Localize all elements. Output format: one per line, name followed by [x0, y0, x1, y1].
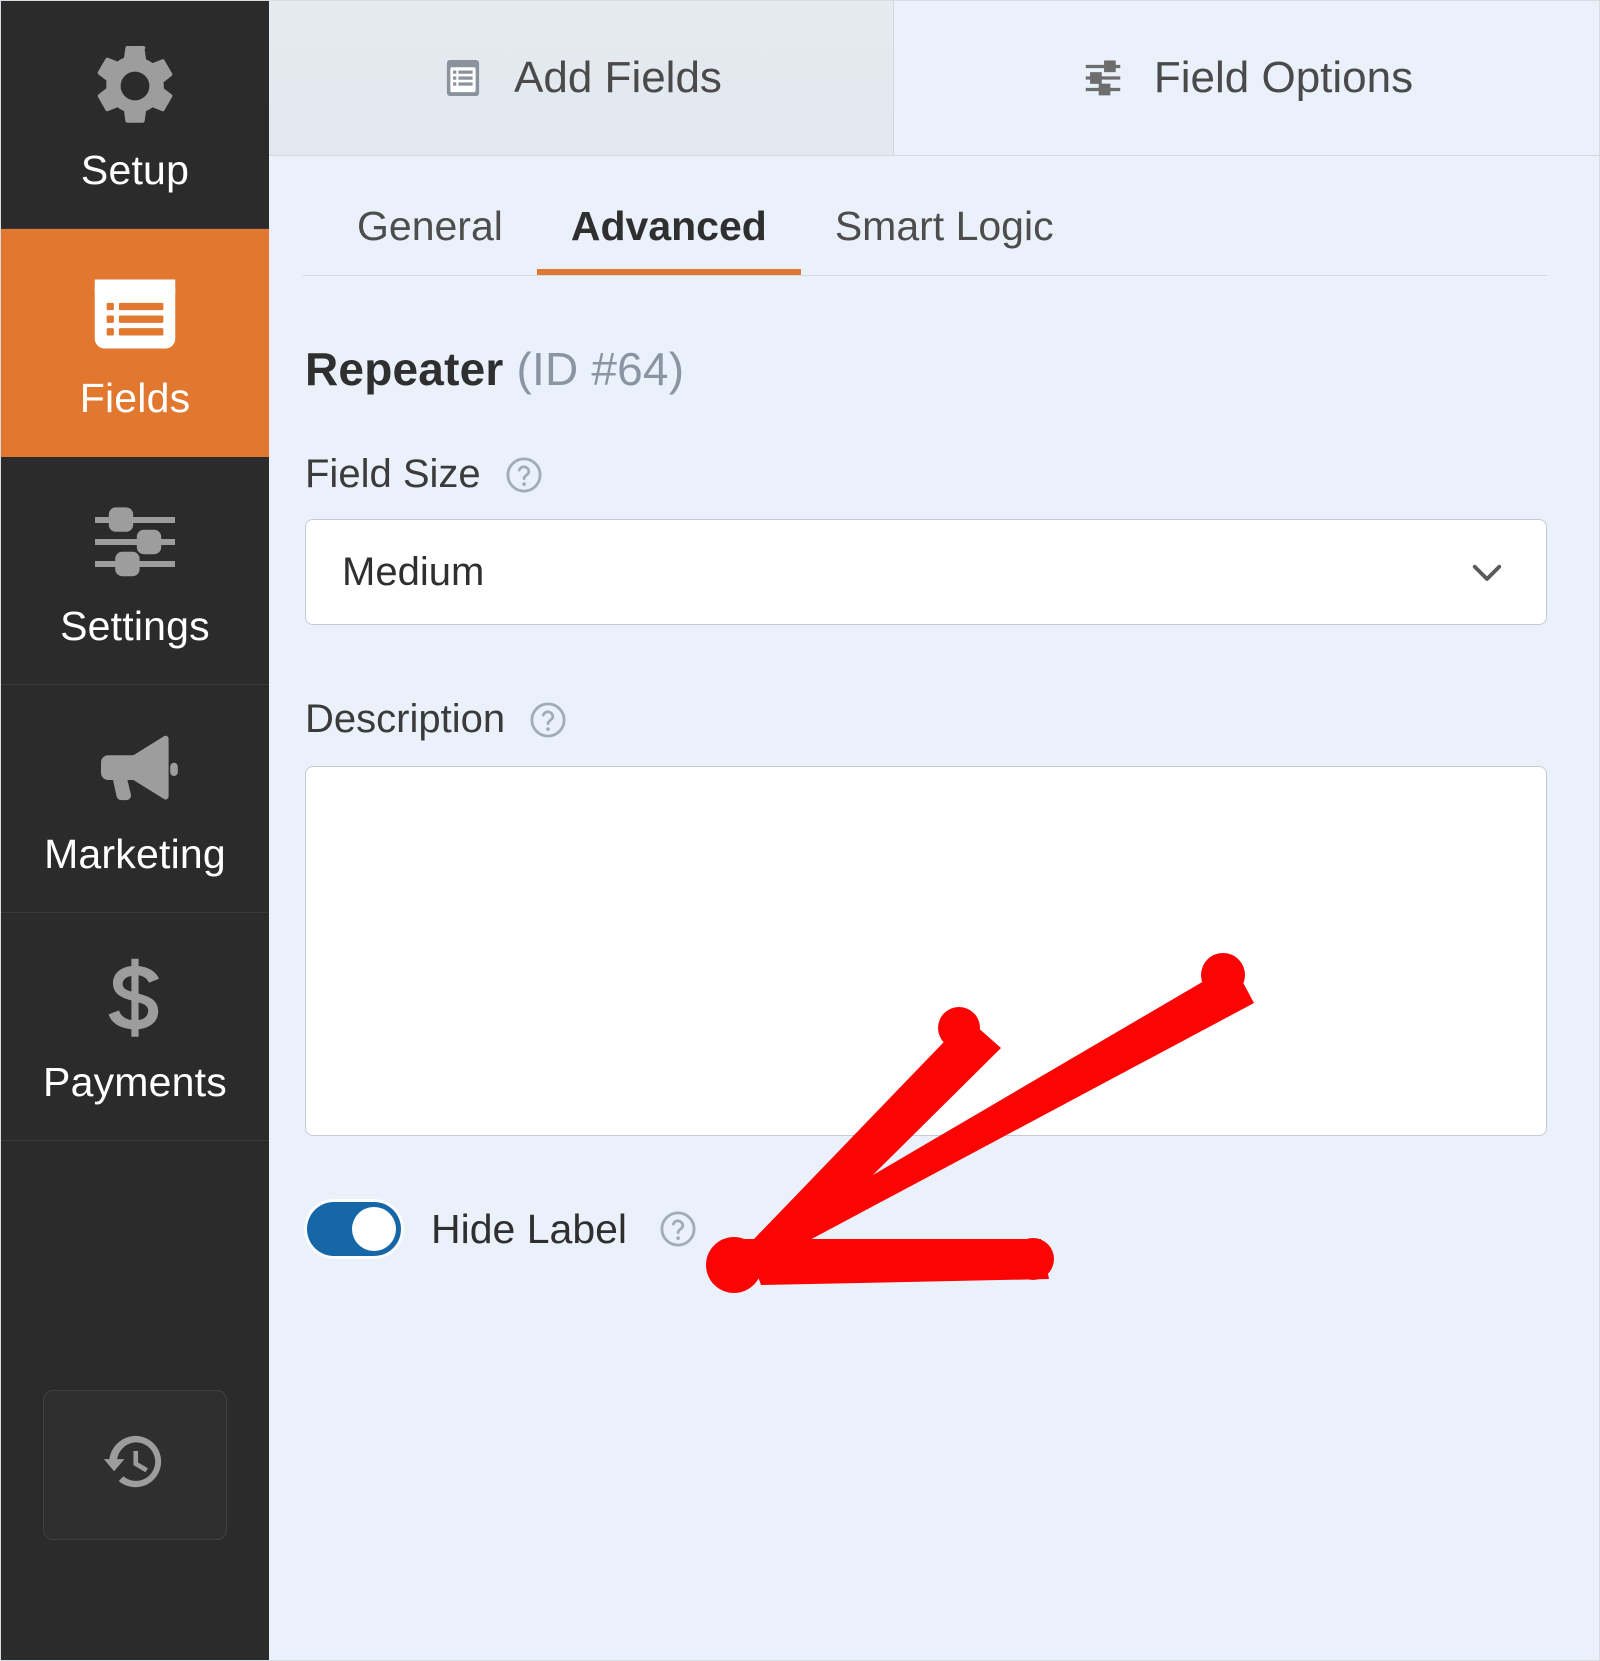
field-size-value: Medium — [342, 549, 485, 594]
sidebar-item-label: Settings — [60, 603, 210, 649]
sidebar-item-label: Fields — [79, 375, 191, 421]
list-icon — [87, 266, 183, 362]
sidebar-item-setup[interactable]: Setup — [1, 1, 269, 229]
chevron-down-icon — [1466, 551, 1508, 593]
field-size-label-row: Field Size — [305, 452, 1547, 497]
question-mark-icon[interactable] — [527, 699, 569, 741]
question-mark-icon[interactable] — [657, 1208, 699, 1250]
description-textarea[interactable] — [305, 766, 1547, 1136]
description-label-row: Description — [305, 697, 1547, 742]
wpforms-form-builder: Setup Fields Settings Marketing Payments… — [0, 0, 1600, 1661]
field-size-label: Field Size — [305, 452, 481, 496]
sidebar: Setup Fields Settings Marketing Payments — [1, 1, 269, 1660]
field-options-icon — [1080, 55, 1126, 101]
megaphone-icon — [87, 722, 183, 818]
tab-label: Add Fields — [514, 53, 722, 102]
question-mark-icon[interactable] — [503, 454, 545, 496]
field-options-content: Repeater (ID #64) Field Size Medium Desc… — [269, 342, 1599, 1256]
subtab-label: Smart Logic — [834, 203, 1054, 249]
dollar-icon — [87, 950, 183, 1046]
builder-top-tabs: Add Fields Field Options — [269, 1, 1599, 156]
sidebar-item-label: Marketing — [44, 831, 226, 877]
sidebar-footer — [1, 1390, 269, 1660]
subtabs-divider — [303, 275, 1547, 276]
sidebar-item-fields[interactable]: Fields — [1, 229, 269, 457]
field-id: (ID #64) — [516, 343, 685, 395]
revisions-history-icon — [98, 1426, 172, 1505]
field-name: Repeater — [305, 343, 504, 395]
hide-label-toggle[interactable] — [307, 1202, 401, 1256]
subtab-advanced[interactable]: Advanced — [536, 203, 801, 276]
sidebar-item-settings[interactable]: Settings — [1, 457, 269, 685]
sidebar-item-label: Payments — [43, 1059, 227, 1105]
subtab-label: General — [357, 203, 503, 249]
hide-label-text: Hide Label — [431, 1205, 628, 1252]
sliders-icon — [87, 494, 183, 590]
sidebar-item-marketing[interactable]: Marketing — [1, 685, 269, 913]
field-size-select[interactable]: Medium — [305, 519, 1547, 625]
tab-field-options[interactable]: Field Options — [894, 1, 1599, 155]
subtab-label: Advanced — [570, 203, 767, 249]
tab-label: Field Options — [1153, 53, 1414, 102]
page-title: Repeater (ID #64) — [305, 342, 1547, 396]
sidebar-item-label: Setup — [80, 147, 190, 193]
gear-icon — [87, 38, 183, 134]
field-options-subtabs: General Advanced Smart Logic — [269, 156, 1599, 276]
sidebar-item-payments[interactable]: Payments — [1, 913, 269, 1141]
add-fields-icon — [440, 55, 486, 101]
toggle-knob — [352, 1207, 396, 1251]
subtab-smart-logic[interactable]: Smart Logic — [801, 203, 1088, 276]
hide-label-row: Hide Label — [305, 1202, 1547, 1256]
revisions-button[interactable] — [43, 1390, 227, 1540]
tab-add-fields[interactable]: Add Fields — [269, 1, 894, 155]
subtab-general[interactable]: General — [323, 203, 537, 276]
field-options-panel: Add Fields Field Options General Advance… — [269, 1, 1599, 1660]
description-label: Description — [305, 697, 506, 741]
